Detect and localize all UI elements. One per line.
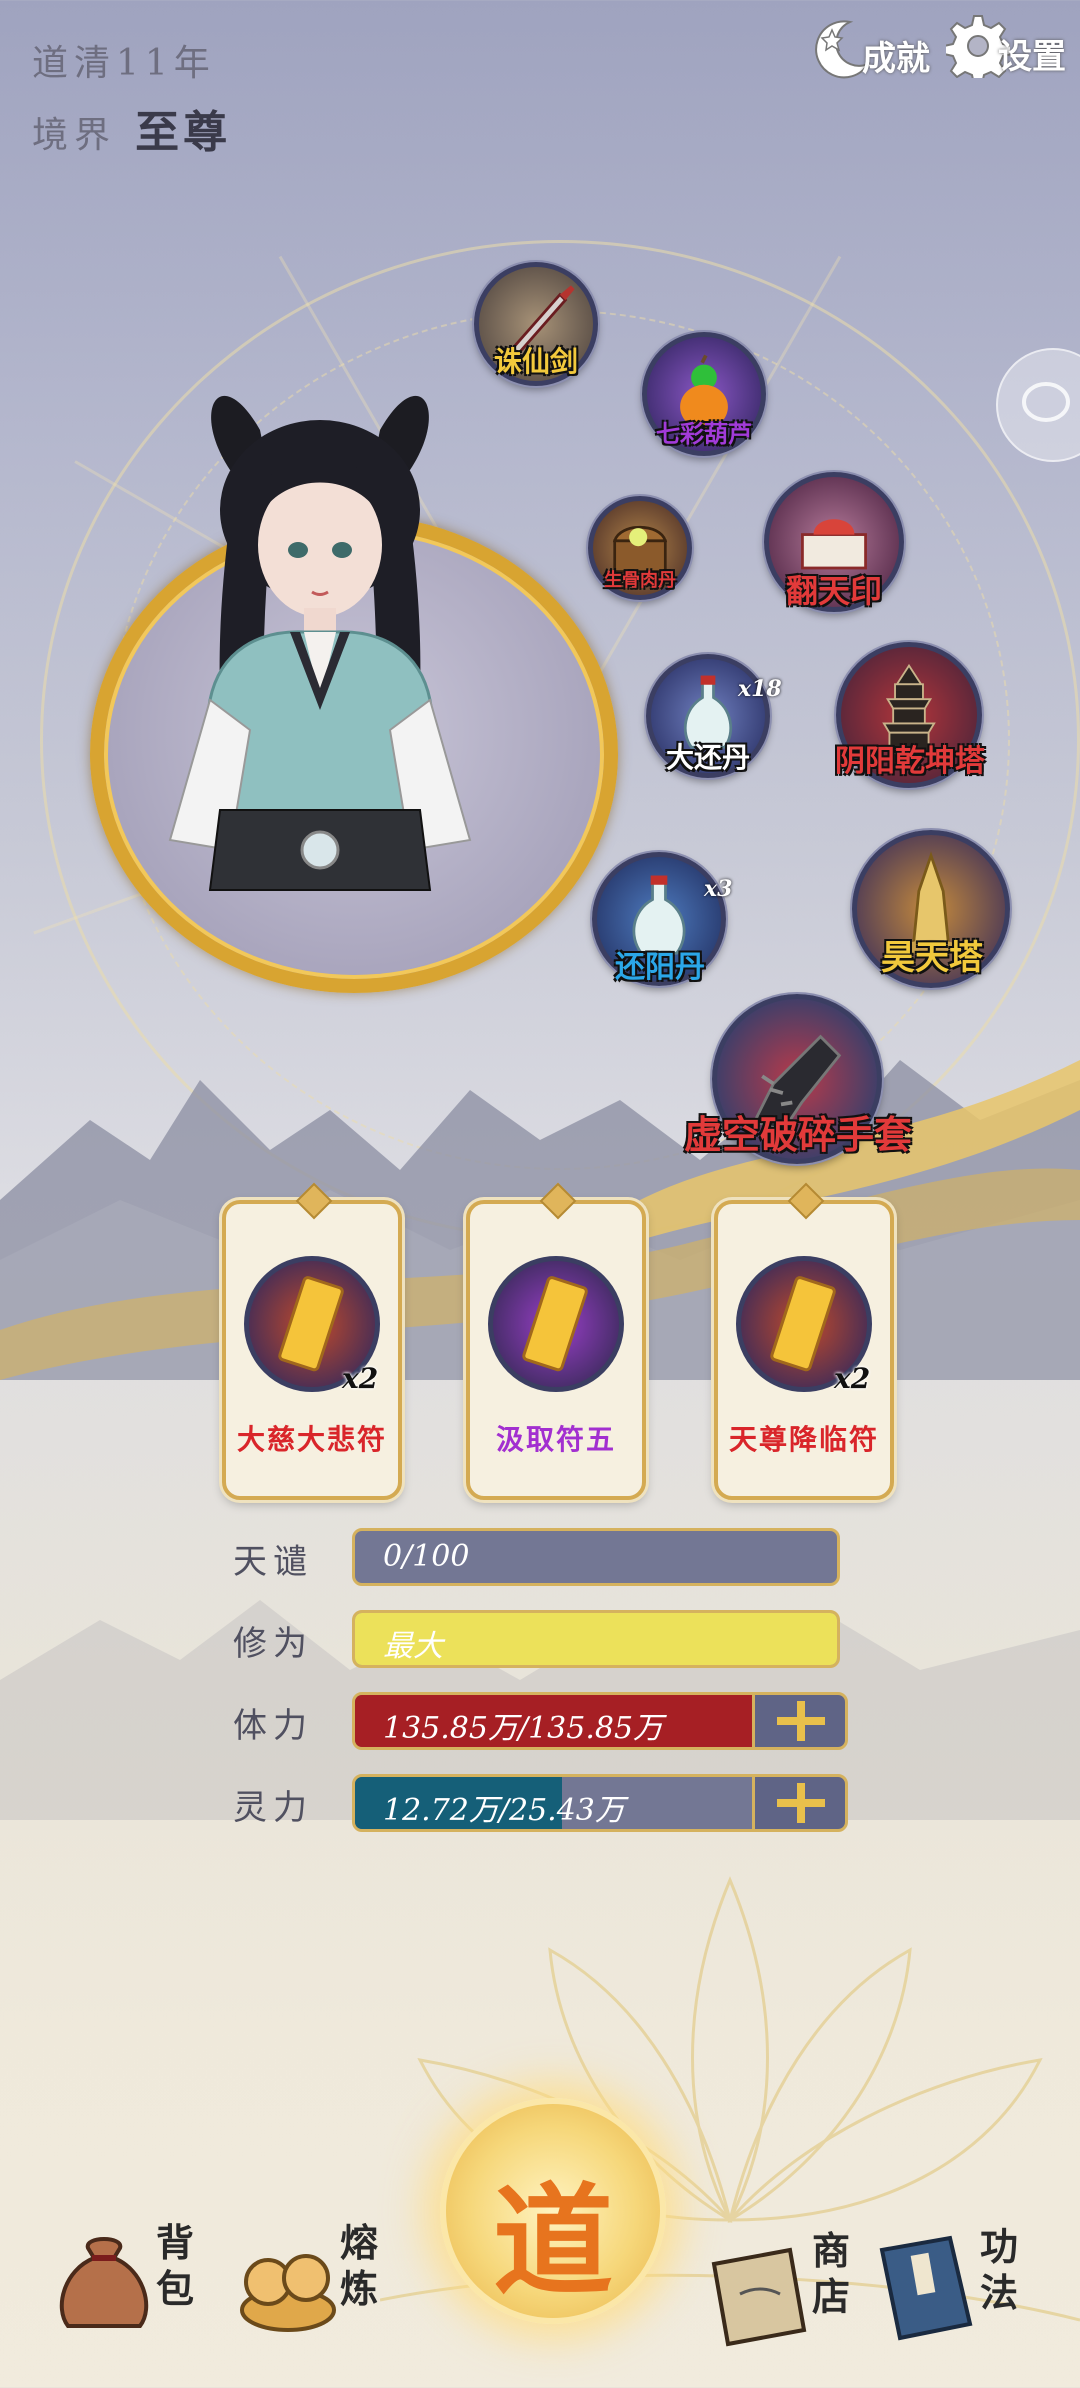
talisman-count: x2 [342, 1362, 379, 1395]
spirit-value: 12.72万/25.43万 [383, 1793, 625, 1828]
talisman-name: 大慈大悲符 [236, 1423, 387, 1456]
tribulation-value: 0/100 [383, 1539, 470, 1574]
stamina-label: 体力 [233, 1706, 313, 1746]
nav-skills-label: 功法 [980, 2224, 1019, 2315]
item-label: 大还丹 [665, 741, 751, 774]
item-label: 虚空破碎手套 [683, 1112, 913, 1157]
spirit-label: 灵力 [233, 1788, 313, 1828]
dao-button[interactable]: 道 [440, 2098, 666, 2324]
stamina-value: 135.85万/135.85万 [383, 1711, 664, 1746]
talisman-count: x2 [834, 1362, 871, 1395]
item-label: 翻天印 [785, 572, 883, 610]
add-stamina-button[interactable] [752, 1692, 848, 1750]
settings-button[interactable]: 设置 [946, 14, 1066, 78]
tribulation-label: 天谴 [233, 1542, 313, 1582]
achievements-button[interactable]: 成就 [810, 16, 930, 80]
nav-bag-label: 背包 [156, 2220, 195, 2311]
item-label: 七彩葫芦 [656, 419, 752, 448]
settings-label: 设置 [998, 37, 1066, 77]
talisman-card[interactable]: x2 大慈大悲符 [222, 1200, 402, 1500]
add-spirit-button[interactable] [752, 1774, 848, 1832]
cultivation-label: 修为 [233, 1624, 313, 1664]
item-label: 生骨肉丹 [604, 570, 676, 591]
item-label: 昊天塔 [881, 938, 983, 978]
talisman-card[interactable]: x2 天尊降临符 [714, 1200, 894, 1500]
stamina-bar: 135.85万/135.85万 [352, 1692, 772, 1750]
talisman-card[interactable]: 汲取符五 [466, 1200, 646, 1500]
item-label: 诛仙剑 [493, 345, 579, 378]
furnace-icon [240, 2254, 336, 2332]
nav-refine[interactable]: 熔炼 [228, 2220, 388, 2356]
realm-row: 境界 至尊 [32, 96, 231, 160]
achievements-label: 成就 [862, 39, 930, 79]
talisman-icon [488, 1256, 624, 1392]
side-chat-tab[interactable] [996, 348, 1080, 462]
dao-label: 道 [493, 2171, 613, 2312]
item-count: x3 [704, 876, 733, 902]
cultivation-bar: 最大 [352, 1610, 840, 1668]
item-count: x18 [738, 676, 782, 702]
cultivation-value: 最大 [383, 1629, 443, 1664]
talisman-name: 天尊降临符 [728, 1423, 879, 1456]
scroll-map-icon [711, 2247, 807, 2347]
item-label: 还阳丹 [615, 950, 705, 985]
character-portrait[interactable] [150, 370, 530, 970]
nav-skills[interactable]: 功法 [862, 2224, 1042, 2368]
nav-bag[interactable]: 背包 [44, 2218, 194, 2358]
talisman-name: 汲取符五 [495, 1423, 616, 1456]
book-icon [879, 2235, 973, 2341]
nav-refine-label: 熔炼 [340, 2220, 379, 2311]
realm-value: 至尊 [135, 107, 232, 158]
spirit-bar: 12.72万/25.43万 [352, 1774, 772, 1832]
item-label: 阴阳乾坤塔 [835, 744, 985, 779]
tribulation-bar: 0/100 [352, 1528, 840, 1586]
nav-shop[interactable]: 商店 [700, 2228, 860, 2364]
bag-icon [59, 2237, 149, 2328]
nav-shop-label: 商店 [812, 2228, 851, 2319]
chat-bubble-icon [1022, 382, 1070, 422]
realm-label: 境界 [32, 115, 117, 156]
era-label: 道清11年 [32, 43, 216, 84]
